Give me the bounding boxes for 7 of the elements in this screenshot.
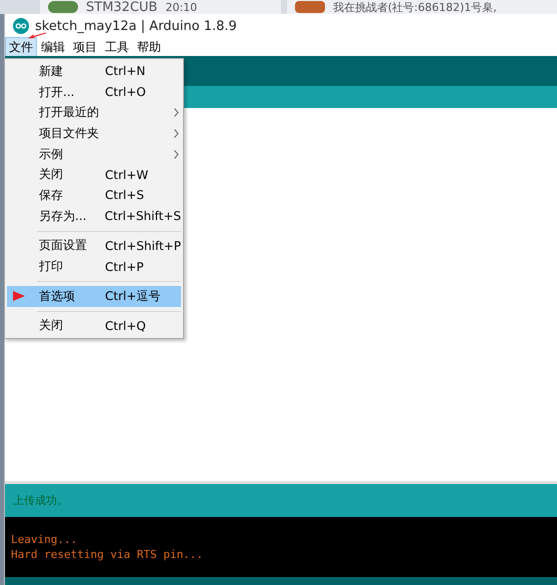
window-title: sketch_may12a | Arduino 1.8.9 [35,18,237,34]
taskbar-time: 20:10 [165,0,198,14]
taskbar-label: STM32CUB [86,0,158,14]
status-message: 上传成功。 [13,493,68,508]
console-line: Hard resetting via RTS pin... [11,547,204,562]
taskbar-label: 我在挑战者(社号:686182)1号臬, [332,0,497,14]
console-line: Leaving... [11,532,78,547]
